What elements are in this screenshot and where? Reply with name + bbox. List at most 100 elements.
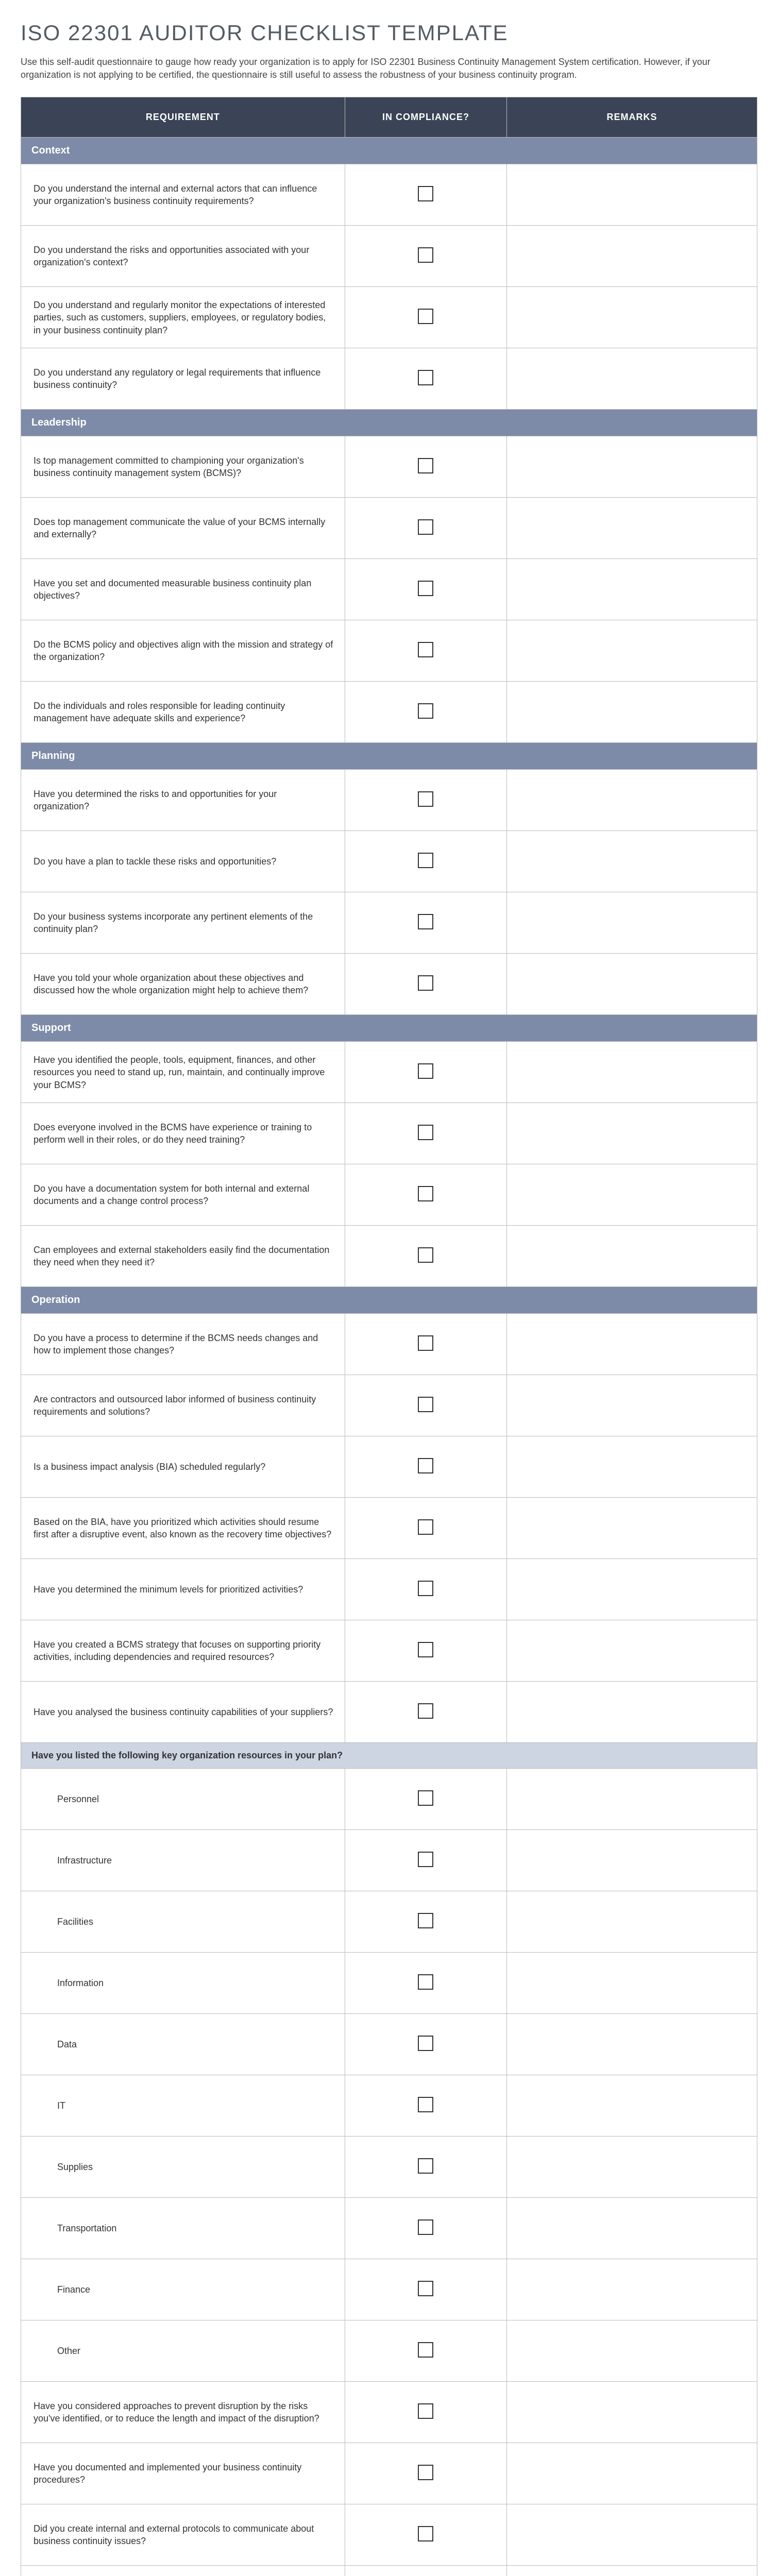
table-row: Finance [21, 2259, 757, 2320]
checkbox[interactable] [418, 1519, 433, 1535]
checkbox[interactable] [418, 1458, 433, 1473]
compliance-cell [345, 498, 506, 559]
checkbox[interactable] [418, 2097, 433, 2112]
remarks-cell[interactable] [507, 682, 757, 743]
table-row: Do you understand and regularly monitor … [21, 287, 757, 348]
checkbox[interactable] [418, 975, 433, 991]
checkbox[interactable] [418, 2526, 433, 2541]
remarks-cell[interactable] [507, 1620, 757, 1682]
remarks-cell[interactable] [507, 226, 757, 287]
remarks-cell[interactable] [507, 1953, 757, 2014]
remarks-cell[interactable] [507, 1164, 757, 1226]
checkbox[interactable] [418, 2036, 433, 2051]
checkbox[interactable] [418, 1852, 433, 1867]
remarks-cell[interactable] [507, 1226, 757, 1287]
remarks-cell[interactable] [507, 2443, 757, 2504]
remarks-cell[interactable] [507, 2137, 757, 2198]
checkbox[interactable] [418, 1913, 433, 1928]
section-row: Operation [21, 1287, 757, 1314]
checkbox[interactable] [418, 581, 433, 596]
checkbox[interactable] [418, 1063, 433, 1079]
remarks-cell[interactable] [507, 559, 757, 620]
checkbox[interactable] [418, 1974, 433, 1990]
compliance-cell [345, 1103, 506, 1164]
checkbox[interactable] [418, 914, 433, 929]
remarks-cell[interactable] [507, 1769, 757, 1830]
checkbox[interactable] [418, 370, 433, 385]
checkbox[interactable] [418, 2281, 433, 2296]
remarks-cell[interactable] [507, 287, 757, 348]
checkbox[interactable] [418, 2158, 433, 2174]
checkbox[interactable] [418, 309, 433, 324]
checkbox[interactable] [418, 1642, 433, 1657]
table-row: Is a business impact analysis (BIA) sche… [21, 1436, 757, 1498]
requirement-cell: Information [21, 1953, 345, 2014]
checkbox[interactable] [418, 1247, 433, 1263]
checkbox[interactable] [418, 2342, 433, 2358]
checkbox[interactable] [418, 458, 433, 473]
requirement-cell: Do the individuals and roles responsible… [21, 682, 345, 743]
remarks-cell[interactable] [507, 2259, 757, 2320]
remarks-cell[interactable] [507, 1559, 757, 1620]
checkbox[interactable] [418, 247, 433, 263]
remarks-cell[interactable] [507, 2198, 757, 2259]
remarks-cell[interactable] [507, 1103, 757, 1164]
compliance-cell [345, 1375, 506, 1436]
table-row: Did you create internal and external pro… [21, 2504, 757, 2566]
requirement-cell: Have you determined the risks to and opp… [21, 770, 345, 831]
checkbox[interactable] [418, 186, 433, 201]
remarks-cell[interactable] [507, 1436, 757, 1498]
remarks-cell[interactable] [507, 1682, 757, 1743]
requirement-cell: Finance [21, 2259, 345, 2320]
checkbox[interactable] [418, 1335, 433, 1351]
remarks-cell[interactable] [507, 1314, 757, 1375]
compliance-cell [345, 2382, 506, 2443]
remarks-cell[interactable] [507, 1891, 757, 1953]
checkbox[interactable] [418, 2403, 433, 2419]
checkbox[interactable] [418, 853, 433, 868]
remarks-cell[interactable] [507, 164, 757, 226]
remarks-cell[interactable] [507, 954, 757, 1015]
remarks-cell[interactable] [507, 2320, 757, 2382]
sub-section-title: Have you listed the following key organi… [21, 1743, 757, 1769]
checkbox[interactable] [418, 519, 433, 535]
requirement-cell: Have you set and documented measurable b… [21, 559, 345, 620]
remarks-cell[interactable] [507, 1042, 757, 1103]
remarks-cell[interactable] [507, 2014, 757, 2075]
checkbox[interactable] [418, 1790, 433, 1806]
checkbox[interactable] [418, 2465, 433, 2480]
requirement-cell: Do you understand the internal and exter… [21, 164, 345, 226]
remarks-cell[interactable] [507, 348, 757, 410]
compliance-cell [345, 2259, 506, 2320]
checkbox[interactable] [418, 1397, 433, 1412]
remarks-cell[interactable] [507, 2566, 757, 2576]
requirement-cell: Can employees and external stakeholders … [21, 1226, 345, 1287]
remarks-cell[interactable] [507, 892, 757, 954]
checkbox[interactable] [418, 1703, 433, 1719]
remarks-cell[interactable] [507, 1375, 757, 1436]
remarks-cell[interactable] [507, 831, 757, 892]
remarks-cell[interactable] [507, 2382, 757, 2443]
table-row: Do you understand the risks and opportun… [21, 226, 757, 287]
remarks-cell[interactable] [507, 620, 757, 682]
remarks-cell[interactable] [507, 770, 757, 831]
remarks-cell[interactable] [507, 1830, 757, 1891]
compliance-cell [345, 1891, 506, 1953]
checkbox[interactable] [418, 1125, 433, 1140]
remarks-cell[interactable] [507, 2504, 757, 2566]
remarks-cell[interactable] [507, 1498, 757, 1559]
checkbox[interactable] [418, 1581, 433, 1596]
remarks-cell[interactable] [507, 498, 757, 559]
requirement-cell: Have you determined the minimum levels f… [21, 1559, 345, 1620]
checkbox[interactable] [418, 2219, 433, 2235]
requirement-cell: Infrastructure [21, 1830, 345, 1891]
requirement-cell: Do you understand any regulatory or lega… [21, 348, 345, 410]
table-row: Do you have a plan to tackle these risks… [21, 831, 757, 892]
checkbox[interactable] [418, 791, 433, 807]
checkbox[interactable] [418, 642, 433, 657]
checkbox[interactable] [418, 1186, 433, 1201]
remarks-cell[interactable] [507, 436, 757, 498]
checkbox[interactable] [418, 703, 433, 719]
table-row: Do you understand the internal and exter… [21, 164, 757, 226]
remarks-cell[interactable] [507, 2075, 757, 2137]
